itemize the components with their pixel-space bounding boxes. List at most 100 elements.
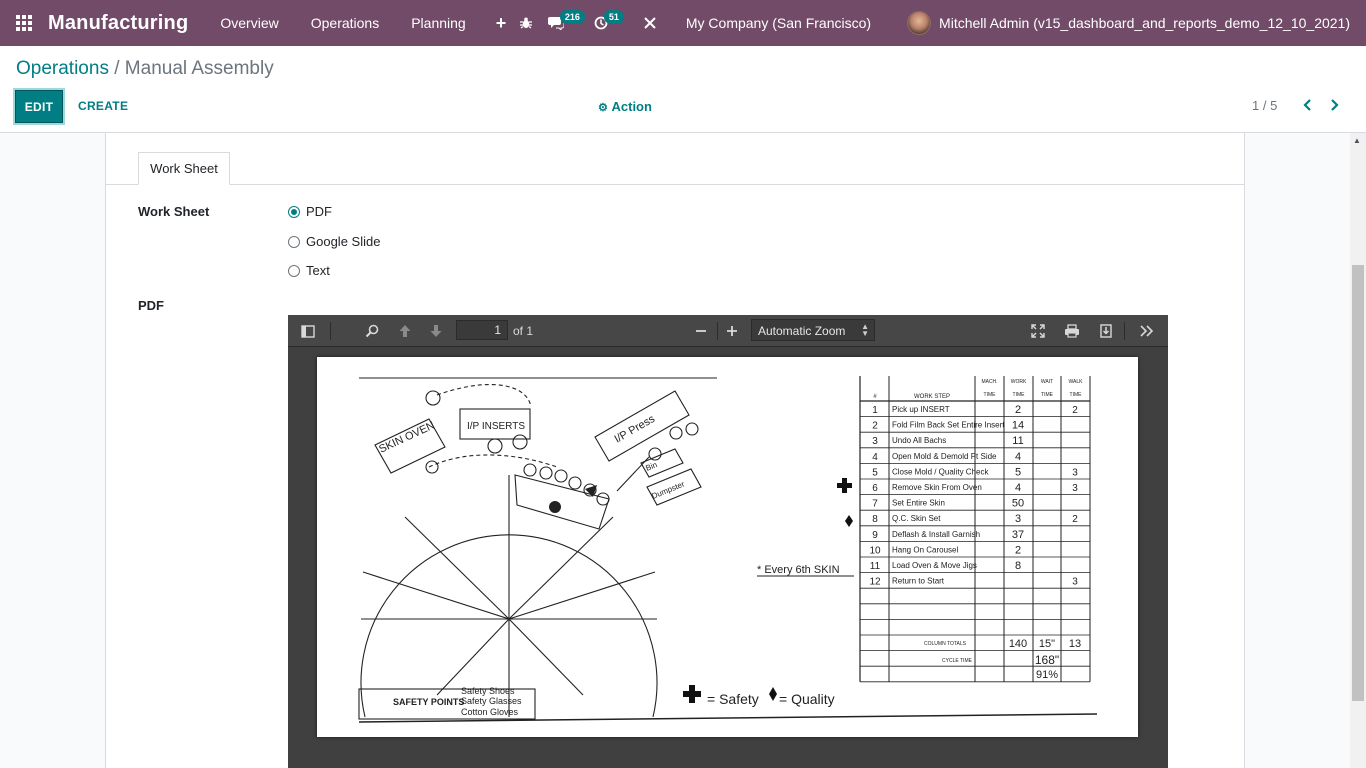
form-sheet: Work Sheet Work Sheet PDF Google Slide T… (105, 133, 1245, 768)
create-button[interactable]: CREATE (78, 99, 128, 113)
debug-close-icon[interactable] (634, 0, 666, 46)
messages-badge: 216 (559, 10, 585, 24)
user-avatar[interactable] (907, 11, 932, 35)
search-icon[interactable] (363, 322, 381, 340)
pdf-field-label: PDF (138, 298, 164, 313)
previous-page-icon[interactable] (396, 322, 414, 340)
table-cell-work-time: 4 (1015, 451, 1021, 463)
messages-icon[interactable]: 216 (542, 0, 588, 46)
page-count: of 1 (513, 324, 534, 338)
quality-diamond-icon (769, 687, 777, 701)
total-work-time: 140 (1009, 638, 1027, 650)
table-cell-step-name: Deflash & Install Garnish (892, 530, 980, 539)
menu-operations[interactable]: Operations (295, 0, 395, 46)
activities-icon[interactable]: 51 (588, 0, 634, 46)
table-cell-step-name: Remove Skin From Oven (892, 483, 982, 492)
breadcrumb-operations[interactable]: Operations (16, 58, 109, 79)
safety-cross-icon (683, 685, 701, 703)
sidebar-toggle-icon[interactable] (299, 322, 317, 340)
table-cell-work-time: 8 (1015, 560, 1021, 572)
zoom-value: Automatic Zoom (758, 324, 846, 338)
column-totals-label: COLUMN TOTALS (924, 641, 967, 647)
table-cell-step-number: 5 (872, 467, 878, 478)
safety-points-label: SAFETY POINTS (393, 697, 464, 707)
radio-text-button[interactable] (288, 264, 300, 277)
table-cell-step-name: Fold Film Back Set Entire Insert (892, 421, 1005, 430)
zoom-out-icon[interactable] (692, 322, 710, 340)
app-name[interactable]: Manufacturing (48, 12, 188, 35)
radio-text[interactable]: Text (288, 263, 330, 278)
menu-overview[interactable]: Overview (204, 0, 294, 46)
inserts-label: I/P INSERTS (467, 421, 525, 432)
table-cell-step-name: Undo All Bachs (892, 436, 946, 445)
apps-menu-icon[interactable] (0, 0, 48, 46)
worksheet-drawing: SKIN OVEN I/P INSERTS I/P Press Dumpster… (358, 376, 1098, 723)
page-number-input[interactable]: 1 (456, 320, 508, 340)
table-cell-step-name: Set Entire Skin (892, 499, 945, 508)
action-label: Action (611, 99, 652, 114)
radio-google-slide[interactable]: Google Slide (288, 234, 380, 249)
table-cell-step-number: 2 (872, 421, 878, 432)
radio-pdf-label: PDF (306, 204, 332, 219)
table-cell-work-time: 50 (1012, 498, 1024, 510)
table-cell-step-name: Q.C. Skin Set (892, 514, 941, 523)
table-cell-work-time: 5 (1015, 466, 1021, 478)
table-cell-step-name: Return to Start (892, 577, 945, 586)
zoom-select[interactable]: Automatic Zoom ▲ ▼ (751, 319, 875, 341)
zoom-in-icon[interactable] (723, 322, 741, 340)
table-header-time: TIME (1070, 392, 1083, 398)
table-cell-step-name: Hang On Carousel (892, 545, 958, 554)
next-page-icon[interactable] (427, 322, 445, 340)
download-icon[interactable] (1097, 322, 1115, 340)
company-switcher[interactable]: My Company (San Francisco) (686, 15, 871, 31)
print-icon[interactable] (1063, 322, 1081, 340)
safety-item-shoes: Safety Shoes (461, 686, 515, 696)
press-label: I/P Press (613, 413, 658, 446)
table-cell-step-name: Load Oven & Move Jigs (892, 561, 977, 570)
pager-next-icon[interactable] (1327, 96, 1343, 114)
work-steps-table: # WORK STEP MACH. TIME WORK TIME WAIT TIME WALK T… (859, 376, 1091, 683)
caret-updown-icon: ▲ ▼ (861, 322, 869, 338)
table-cell-step-number: 8 (872, 514, 878, 525)
tools-icon[interactable] (1138, 322, 1156, 340)
table-cell-step-number: 11 (870, 561, 881, 572)
radio-pdf[interactable]: PDF (288, 204, 332, 219)
bug-icon[interactable] (510, 0, 542, 46)
dumpster-label: Dumpster (650, 479, 686, 500)
toolbar-separator (1124, 322, 1125, 340)
table-cell-walk-time: 2 (1072, 405, 1078, 416)
safety-item-glasses: Safety Glasses (461, 696, 522, 706)
presentation-mode-icon[interactable] (1029, 322, 1047, 340)
radio-google-slide-label: Google Slide (306, 234, 381, 249)
table-header-time: MACH. (981, 379, 997, 385)
top-navbar: Manufacturing Overview Operations Planni… (0, 0, 1366, 46)
scroll-thumb[interactable] (1352, 265, 1364, 701)
table-header-time: WORK (1011, 379, 1027, 385)
table-cell-work-time: 3 (1015, 513, 1021, 525)
action-menu[interactable]: ⚙ Action (598, 99, 652, 114)
breadcrumb: Operations / Manual Assembly (16, 58, 274, 80)
safety-item-gloves: Cotton Gloves (461, 707, 519, 717)
radio-pdf-button[interactable] (288, 205, 300, 218)
form-view: Work Sheet Work Sheet PDF Google Slide T… (0, 133, 1350, 768)
table-header-time: WALK (1069, 379, 1084, 385)
menu-planning[interactable]: Planning (395, 0, 482, 46)
table-cell-step-number: 4 (872, 452, 878, 463)
table-cell-step-name: Close Mold / Quality Check (892, 467, 989, 476)
table-cell-step-name: Pick up INSERT (892, 405, 950, 414)
table-cell-step-number: 10 (869, 545, 881, 556)
pager-previous-icon[interactable] (1299, 96, 1315, 114)
legend-quality: = Quality (779, 691, 835, 707)
radio-google-slide-button[interactable] (288, 235, 300, 248)
user-menu[interactable]: Mitchell Admin (v15_dashboard_and_report… (939, 15, 1350, 31)
page-scrollbar[interactable]: ▲ (1350, 133, 1366, 768)
pager-value[interactable]: 1 / 5 (1252, 98, 1277, 113)
tabs-divider (106, 184, 1244, 185)
systray: 216 51 My Company (San Francisco) Mitche… (510, 0, 1366, 46)
table-cell-step-number: 7 (872, 499, 878, 510)
table-cell-walk-time: 3 (1072, 577, 1078, 588)
tab-work-sheet[interactable]: Work Sheet (138, 152, 230, 185)
scroll-up-icon[interactable]: ▲ (1353, 136, 1361, 145)
radio-text-label: Text (306, 263, 330, 278)
edit-button[interactable]: EDIT (15, 90, 63, 123)
